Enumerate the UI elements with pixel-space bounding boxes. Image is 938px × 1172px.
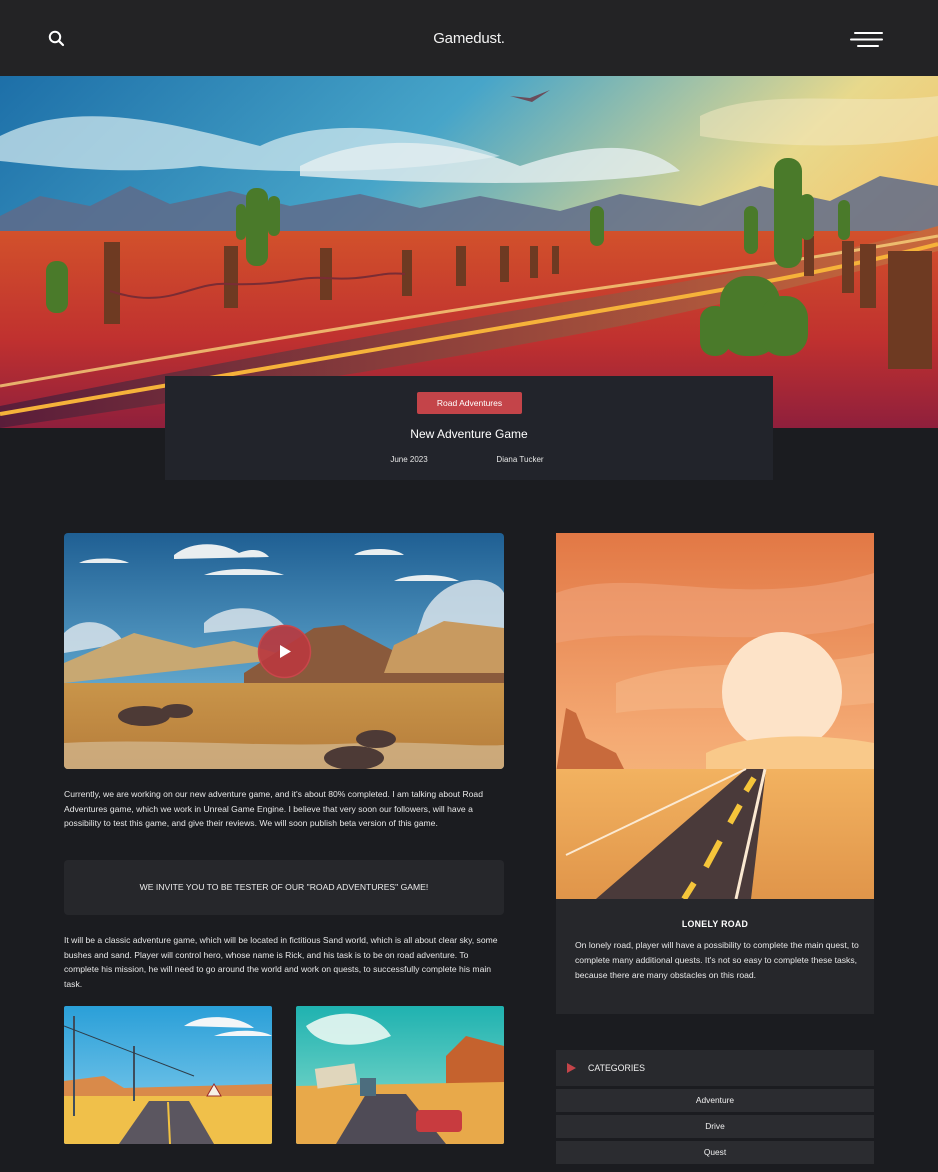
- video-player[interactable]: [64, 533, 504, 769]
- site-header: Gamedust.: [0, 0, 938, 76]
- feature-image[interactable]: [556, 533, 874, 899]
- gallery-image[interactable]: [64, 1006, 272, 1144]
- feature-title: LONELY ROAD: [681, 919, 749, 929]
- play-icon[interactable]: [257, 624, 312, 679]
- post-title: New Adventure Game: [410, 427, 528, 441]
- triangle-right-icon: [567, 1063, 576, 1073]
- gallery-image[interactable]: [296, 1006, 504, 1144]
- site-logo[interactable]: Gamedust.: [0, 30, 938, 47]
- post-meta-card: Road Adventures New Adventure Game June …: [165, 376, 773, 480]
- post-author[interactable]: Diana Tucker: [485, 455, 555, 464]
- post-date: June 2023: [390, 455, 428, 464]
- feature-text: On lonely road, player will have a possi…: [575, 940, 859, 980]
- categories-header: CATEGORIES: [556, 1050, 874, 1086]
- article-details: It will be a classic adventure game, whi…: [64, 935, 498, 989]
- categories-widget: CATEGORIES Adventure Drive Quest: [556, 1050, 874, 1164]
- category-badge[interactable]: Road Adventures: [417, 392, 522, 414]
- category-item-quest[interactable]: Quest: [556, 1141, 874, 1164]
- category-item-drive[interactable]: Drive: [556, 1115, 874, 1138]
- categories-title: CATEGORIES: [588, 1063, 646, 1073]
- invite-callout: WE INVITE YOU TO BE TESTER OF OUR "ROAD …: [64, 860, 504, 915]
- article-intro: Currently, we are working on our new adv…: [64, 789, 483, 829]
- menu-icon[interactable]: [848, 30, 884, 50]
- category-item-adventure[interactable]: Adventure: [556, 1089, 874, 1112]
